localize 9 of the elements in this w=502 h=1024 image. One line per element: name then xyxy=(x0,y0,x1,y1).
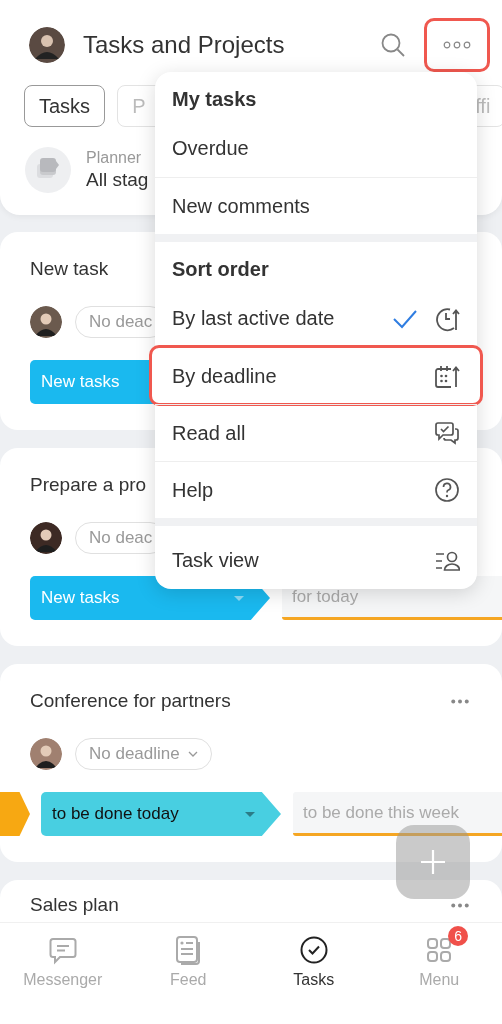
task-title: Conference for partners xyxy=(30,690,231,712)
page-title: Tasks and Projects xyxy=(83,31,286,59)
menu-heading: Sort order xyxy=(171,256,270,282)
planner-label: Planner xyxy=(86,148,143,168)
notification-badge: 6 xyxy=(448,926,469,946)
task-title: Prepare a pro xyxy=(30,474,147,496)
task-title: Sales plan xyxy=(30,894,119,916)
task-title: New task xyxy=(30,258,109,280)
menu-heading: My tasks xyxy=(171,86,258,112)
